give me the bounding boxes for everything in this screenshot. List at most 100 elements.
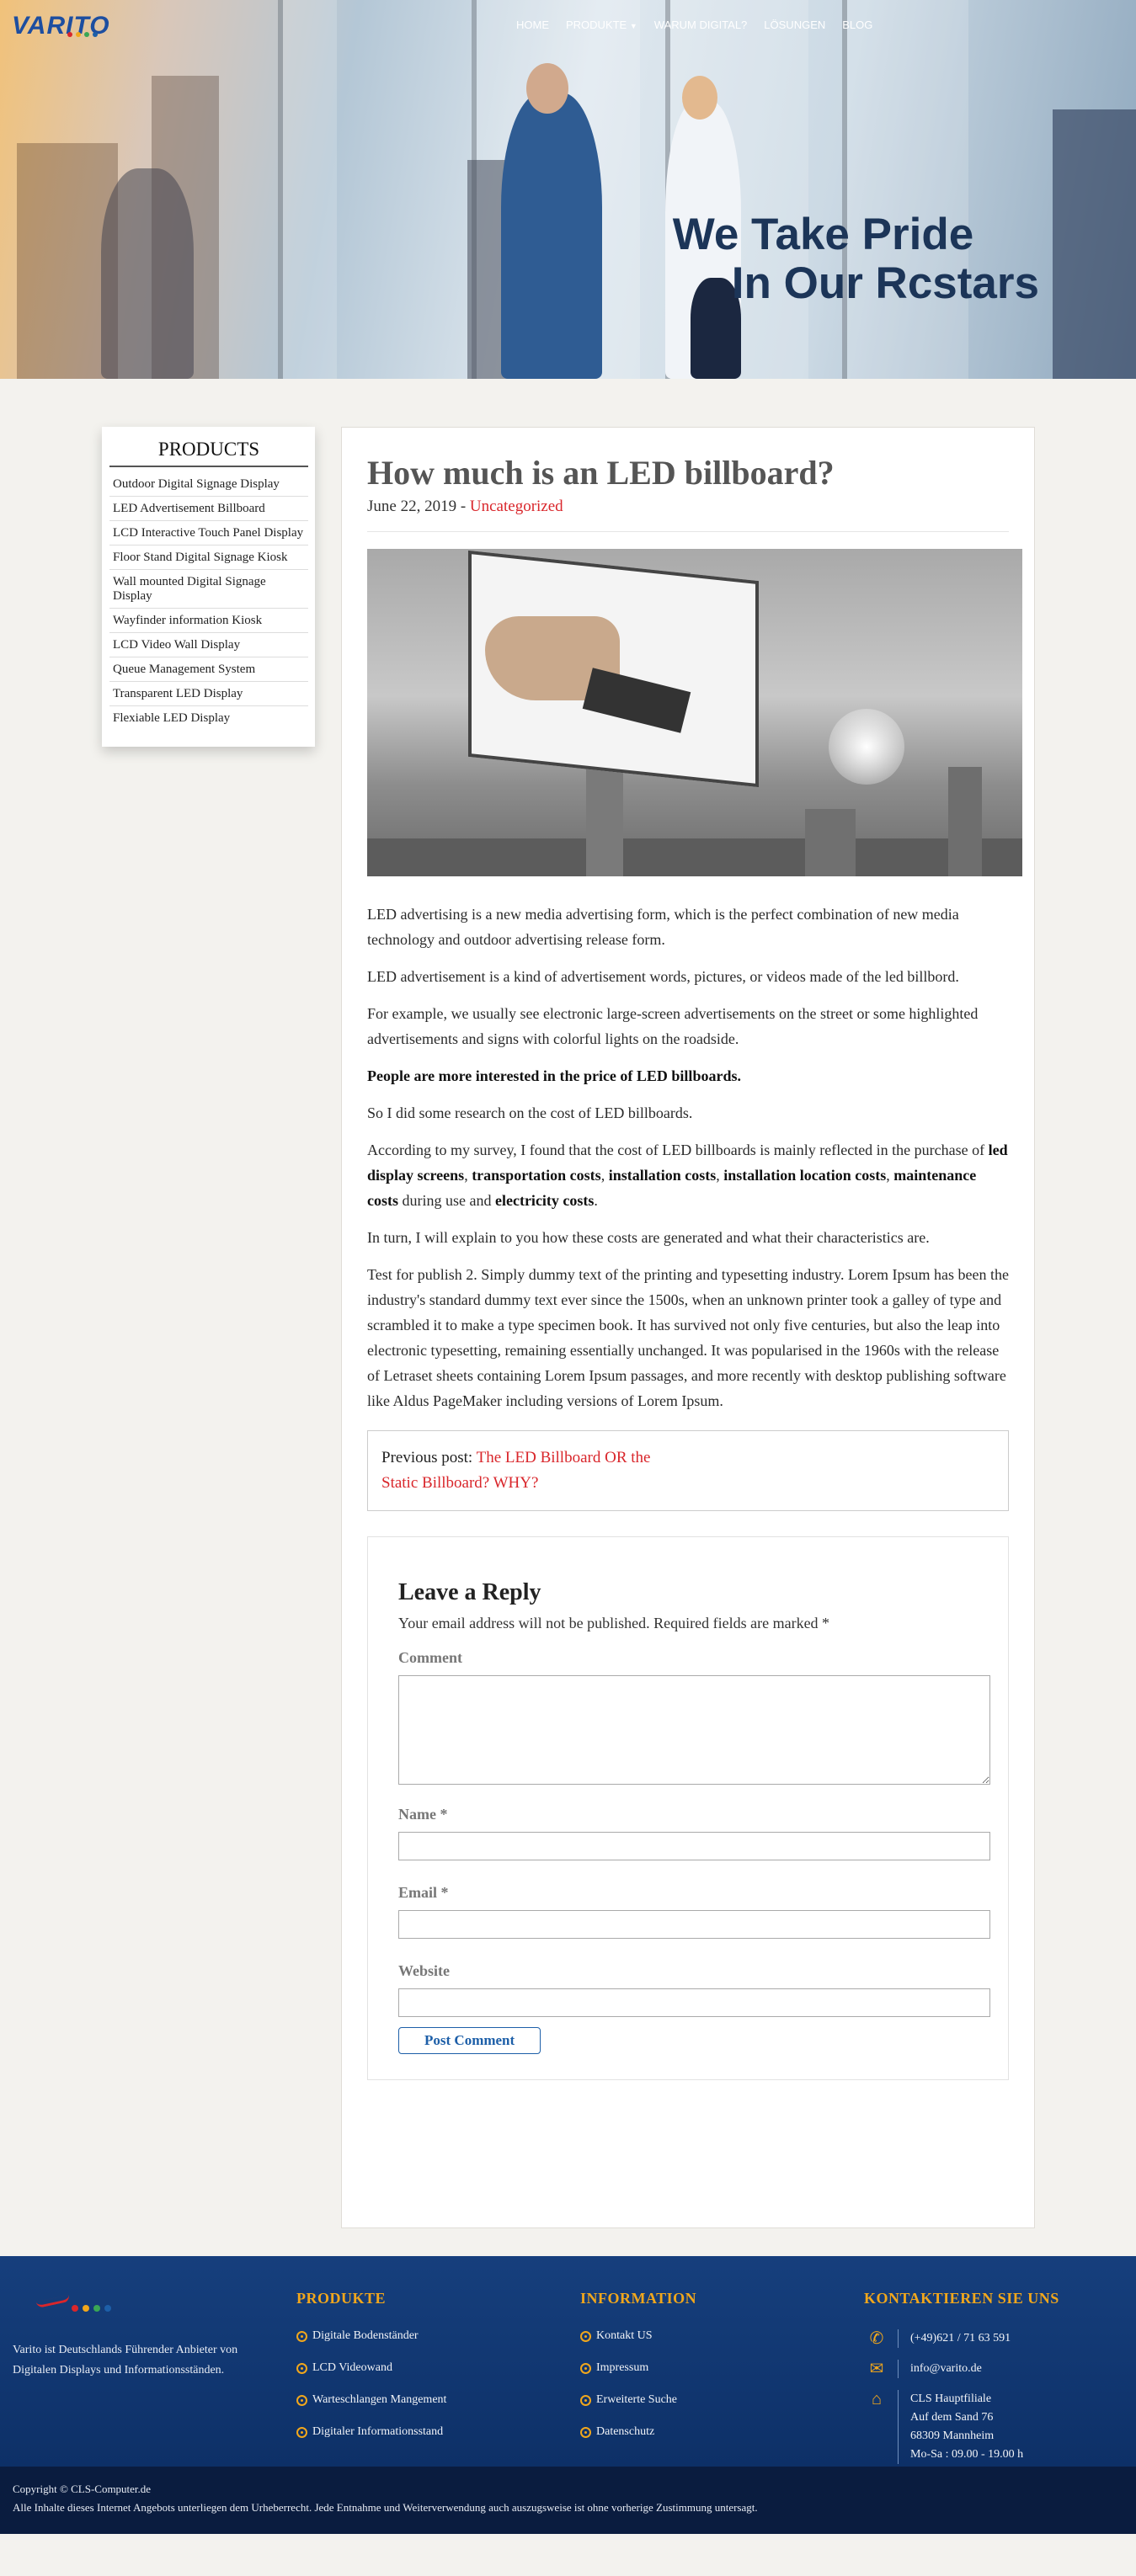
link-label: Datenschutz [596,2425,655,2438]
sidebar-item-lcd-touch-panel[interactable]: LCD Interactive Touch Panel Display [109,521,308,546]
blog-article: How much is an LED billboard? June 22, 2… [341,427,1035,2228]
city-building [948,767,982,876]
window-frame [278,0,337,379]
separator [898,2329,899,2348]
sidebar-item-wall-mounted-display[interactable]: Wall mounted Digital Signage Display [109,570,308,609]
opening-hours: Mo-Sa : 09.00 - 19.00 h [910,2448,1024,2461]
nav-produkte[interactable]: PRODUKTE ▼ [566,19,637,31]
footer-link-erweiterte-suche[interactable]: Erweiterte Suche [580,2393,833,2407]
comment-textarea[interactable] [398,1675,990,1785]
name-field[interactable] [398,1832,990,1860]
article-paragraph: Test for publish 2. Simply dummy text of… [367,1266,1009,1409]
nav-loesungen[interactable]: LÖSUNGEN [764,19,825,31]
reply-title: Leave a Reply [398,1579,541,1605]
comment-label: Comment [398,1649,462,1666]
nav-warum-digital[interactable]: WARUM DIGITAL? [654,19,748,31]
sidebar-item-transparent-led[interactable]: Transparent LED Display [109,682,308,706]
bold-text: installation costs [608,1167,717,1184]
sidebar-item-queue-management[interactable]: Queue Management System [109,657,308,682]
footer-link-kontakt[interactable]: Kontakt US [580,2329,833,2343]
person-background [101,168,194,379]
circle-dot-icon [296,2426,307,2438]
reply-note: Your email address will not be published… [398,1615,830,1631]
nav-blog[interactable]: BLOG [842,19,872,31]
nav-produkte-label: PRODUKTE [566,19,627,31]
address-line: CLS Hauptfiliale [910,2392,992,2405]
footer-link-lcd-videowand[interactable]: LCD Videowand [296,2361,549,2375]
legal-text: Alle Inhalte dieses Internet Angebots un… [13,2501,758,2514]
sidebar-item-wayfinder-kiosk[interactable]: Wayfinder information Kiosk [109,609,308,633]
previous-post-link[interactable]: The LED Billboard OR the [477,1449,651,1466]
sidebar-item-lcd-video-wall[interactable]: LCD Video Wall Display [109,633,308,657]
person-head [526,63,568,114]
article-paragraph: LED advertising is a new media advertisi… [367,906,959,948]
article-category-link[interactable]: Uncategorized [470,498,563,515]
footer-about: Varito ist Deutschlands Führender Anbiet… [13,2290,257,2381]
website-label: Website [398,1962,450,1979]
circle-dot-icon [580,2362,591,2374]
phone-icon: ✆ [869,2329,884,2348]
previous-post-link-line2[interactable]: Static Billboard? WHY? [381,1474,538,1492]
bold-text: transportation costs [472,1167,601,1184]
bold-text: People are more interested in the price … [367,1067,741,1084]
circle-dot-icon [580,2394,591,2406]
city-skyline [367,838,1022,876]
link-label: Digitaler Informationsstand [312,2425,444,2438]
separator [898,2390,899,2464]
footer-link-impressum[interactable]: Impressum [580,2361,833,2375]
footer-logo [13,2290,257,2323]
contact-phone: ✆ (+49)621 / 71 63 591 [864,2329,1125,2348]
sidebar-item-flexiable-led[interactable]: Flexiable LED Display [109,706,308,730]
circle-dot-icon [580,2426,591,2438]
comment-form: Leave a Reply Your email address will no… [367,1536,1009,2080]
link-label: Kontakt US [596,2329,653,2342]
article-paragraph: In turn, I will explain to you how these… [367,1229,930,1246]
featured-image-billboard [367,549,1022,876]
meta-separator: - [456,498,470,515]
city-building [1053,109,1136,379]
text: , [464,1167,472,1184]
link-label: Impressum [596,2361,649,2374]
article-title: How much is an LED billboard? [367,454,835,492]
footer-link-informationsstand[interactable]: Digitaler Informationsstand [296,2425,549,2439]
article-paragraph: LED advertisement is a kind of advertise… [367,968,959,985]
text: , [600,1167,609,1184]
sidebar-title: PRODUCTS [109,439,308,467]
copyright-text: Copyright © CLS-Computer.de [13,2483,152,2495]
text: , [886,1167,894,1184]
article-paragraph-bold: People are more interested in the price … [367,1063,1009,1088]
link-label: Digitale Bodenständer [312,2329,419,2342]
footer-link-warteschlangen[interactable]: Warteschlangen Mangement [296,2393,549,2407]
post-comment-button[interactable]: Post Comment [398,2027,541,2054]
sidebar-item-outdoor-digital-signage[interactable]: Outdoor Digital Signage Display [109,472,308,497]
email-address[interactable]: info@varito.de [910,2360,982,2378]
text: during use and [398,1192,495,1209]
separator [898,2360,899,2378]
phone-number[interactable]: (+49)621 / 71 63 591 [910,2329,1011,2348]
previous-post-nav: Previous post: The LED Billboard OR the … [367,1430,1009,1511]
sidebar-item-led-advertisement-billboard[interactable]: LED Advertisement Billboard [109,497,308,521]
sidebar-item-floor-stand-kiosk[interactable]: Floor Stand Digital Signage Kiosk [109,546,308,570]
footer-link-datenschutz[interactable]: Datenschutz [580,2425,833,2439]
city-building [805,809,856,876]
article-paragraph: For example, we usually see electronic l… [367,1005,979,1047]
hero-title-line2: In Our Rcstars [731,258,1039,308]
email-field[interactable] [398,1910,990,1939]
previous-post-label: Previous post: [381,1449,477,1466]
footer-information-title: INFORMATION [580,2290,697,2307]
nav-home[interactable]: HOME [516,19,549,31]
window-frame [842,0,968,379]
site-footer: Varito ist Deutschlands Führender Anbiet… [0,2256,1136,2467]
footer-produkte: PRODUKTE Digitale Bodenständer LCD Video… [296,2290,549,2457]
circle-dot-icon [296,2394,307,2406]
footer-about-text: Varito ist Deutschlands Führender Anbiet… [13,2344,238,2376]
hero-title-line1: We Take Pride [672,210,974,259]
text: . [594,1192,598,1209]
footer-contact-title: KONTAKTIEREN SIE UNS [864,2290,1059,2307]
text: According to my survey, I found that the… [367,1142,989,1158]
email-label: Email * [398,1884,449,1901]
main-navigation: HOME PRODUKTE ▼ WARUM DIGITAL? LÖSUNGEN … [516,19,872,31]
link-label: Warteschlangen Mangement [312,2393,447,2406]
website-field[interactable] [398,1988,990,2017]
footer-link-bodenstaender[interactable]: Digitale Bodenständer [296,2329,549,2343]
